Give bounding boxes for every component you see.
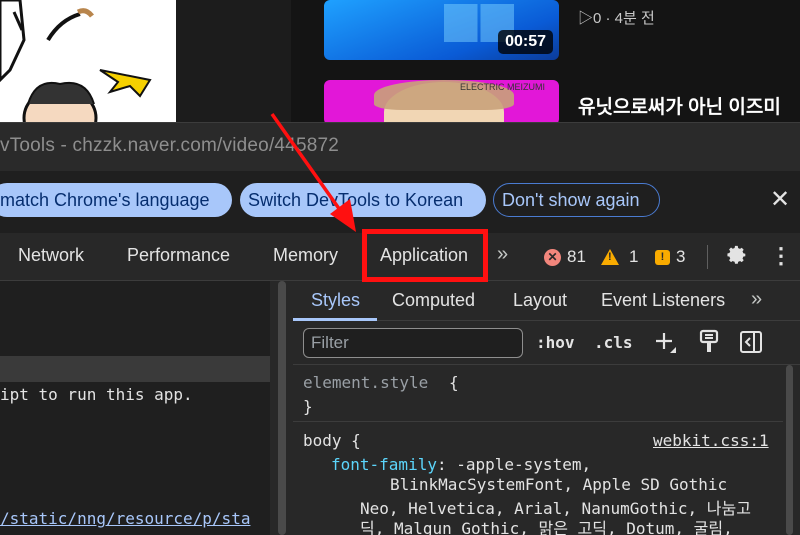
devtools-window: vTools - chzzk.naver.com/video/445872 ma… <box>0 122 800 535</box>
error-icon: ✕ <box>544 248 561 266</box>
elements-panel: ipt to run this app. /static/nng/resourc… <box>0 281 270 535</box>
element-style-close-brace: } <box>303 397 313 416</box>
styles-pane: Styles Computed Layout Event Listeners »… <box>293 281 800 535</box>
tab-network[interactable]: Network <box>18 245 84 266</box>
css-value-continuation-1: BlinkMacSystemFont, Apple SD Gothic <box>390 475 728 494</box>
window-title: vTools - chzzk.naver.com/video/445872 <box>0 135 340 156</box>
rule-separator <box>293 421 783 422</box>
resource-link[interactable]: /static/nng/resource/p/sta <box>0 509 250 528</box>
page-gutter <box>176 0 291 125</box>
video-thumbnail-1[interactable]: 00:57 <box>324 0 559 60</box>
class-toggle[interactable]: .cls <box>594 333 633 352</box>
element-style-selector[interactable]: element.style <box>303 373 428 392</box>
cartoon-drawing <box>0 0 152 125</box>
close-icon[interactable]: ✕ <box>766 183 794 217</box>
dont-show-again-button[interactable]: Don't show again <box>493 183 660 217</box>
more-options-icon[interactable]: ⋮ <box>770 243 792 269</box>
css-value-continuation-3: 딕, Malgun Gothic, 맑은 고딕, Dotum, 굴림, <box>360 519 733 535</box>
gear-icon[interactable] <box>723 242 749 268</box>
issue-icon: ! <box>655 249 670 265</box>
styles-subtab-bar: Styles Computed Layout Event Listeners » <box>293 281 800 321</box>
tab-computed[interactable]: Computed <box>392 290 475 311</box>
tab-performance[interactable]: Performance <box>127 245 230 266</box>
cartoon-illustration <box>0 0 176 125</box>
css-property-name: font-family <box>331 455 437 474</box>
tab-styles[interactable]: Styles <box>311 290 360 311</box>
more-subtabs-icon[interactable]: » <box>751 288 762 311</box>
body-rule-selector[interactable]: body { <box>303 431 361 450</box>
filter-input[interactable] <box>303 328 523 358</box>
language-infobar: match Chrome's language Switch DevTools … <box>0 171 800 233</box>
tab-event-listeners[interactable]: Event Listeners <box>601 290 725 311</box>
warning-icon <box>601 249 619 265</box>
issue-count: 3 <box>676 247 686 266</box>
tab-memory[interactable]: Memory <box>273 245 338 266</box>
element-style-open-brace: { <box>449 373 459 392</box>
toolbar-divider <box>707 245 708 269</box>
devtools-title-bar[interactable]: vTools - chzzk.naver.com/video/445872 <box>0 123 800 171</box>
switch-to-korean-button[interactable]: Switch DevTools to Korean <box>240 183 486 217</box>
tab-layout[interactable]: Layout <box>513 290 567 311</box>
pane-scrollbar[interactable] <box>271 281 293 535</box>
warning-counter[interactable]: 1 <box>601 247 638 267</box>
paintbrush-icon[interactable] <box>698 329 720 355</box>
error-counter[interactable]: ✕ 81 <box>544 247 586 267</box>
issues-counter[interactable]: ! 3 <box>655 247 685 267</box>
video-thumbnail-2[interactable]: ELECTRIC MEIZUMI <box>324 80 559 125</box>
css-property-value: : -apple-system, <box>436 455 592 474</box>
styles-scrollbar[interactable] <box>783 365 795 535</box>
hover-state-toggle[interactable]: :hov <box>536 333 575 352</box>
thumbnail-caption: ELECTRIC MEIZUMI <box>460 82 546 92</box>
error-count: 81 <box>567 247 586 266</box>
scrollbar-thumb[interactable] <box>786 365 793 535</box>
scrollbar-thumb[interactable] <box>278 281 286 535</box>
warning-count: 1 <box>629 247 639 266</box>
css-property-line[interactable]: font-family: -apple-system, <box>331 455 591 474</box>
background-web-page: 00:57 ▷0 · 4분 전 ELECTRIC MEIZUMI 유닛으로써가 … <box>0 0 800 125</box>
annotation-highlight-box <box>362 229 488 282</box>
video-duration-badge: 00:57 <box>498 30 553 54</box>
toggle-sidebar-icon[interactable] <box>739 330 763 354</box>
add-rule-icon[interactable] <box>653 329 677 355</box>
match-chrome-language-button[interactable]: match Chrome's language <box>0 183 232 217</box>
styles-toolbar: :hov .cls <box>293 321 800 365</box>
rule-source-link[interactable]: webkit.css:1 <box>653 431 769 450</box>
selected-node-row[interactable] <box>0 356 270 382</box>
noscript-message: ipt to run this app. <box>0 385 193 404</box>
video-2-title[interactable]: 유닛으로써가 아닌 이즈미 <box>578 92 781 119</box>
video-1-meta: ▷0 · 4분 전 <box>578 10 655 27</box>
more-tabs-icon[interactable]: » <box>497 243 508 266</box>
